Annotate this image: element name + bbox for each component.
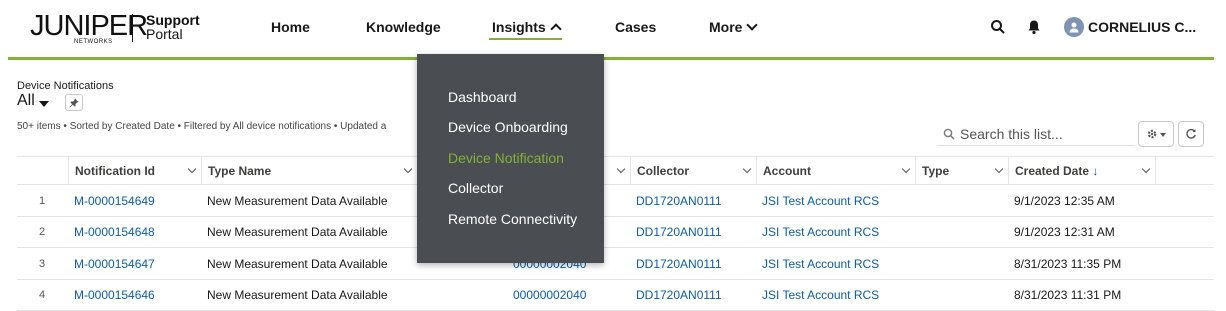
table-row[interactable]: 4 M-0000154646 New Measurement Data Avai… xyxy=(17,280,1214,311)
menu-item-remote-connectivity[interactable]: Remote Connectivity xyxy=(448,211,577,227)
sort-descending-icon: ↓ xyxy=(1092,164,1098,178)
header-accent-line xyxy=(8,57,1214,60)
refresh-icon xyxy=(1185,128,1197,140)
chevron-down-icon xyxy=(747,19,758,30)
nav-active-underline xyxy=(489,38,562,40)
nav-more-label: More xyxy=(709,19,742,35)
account-link[interactable]: JSI Test Account RCS xyxy=(756,248,885,279)
list-settings-button[interactable] xyxy=(1138,121,1174,147)
chevron-down-icon[interactable] xyxy=(617,165,625,173)
list-search-field[interactable]: Search this list... xyxy=(937,122,1135,146)
nav-knowledge-label: Knowledge xyxy=(366,19,441,35)
type-name-cell: New Measurement Data Available xyxy=(201,217,394,248)
table-row[interactable]: 1 M-0000154649 New Measurement Data Avai… xyxy=(17,185,1214,217)
chevron-down-icon[interactable] xyxy=(743,165,751,173)
nav-cases[interactable]: Cases xyxy=(615,19,656,35)
nav-cases-label: Cases xyxy=(615,19,656,35)
column-header-collector[interactable]: Collector xyxy=(630,157,756,185)
column-label: Notification Id xyxy=(75,164,155,178)
avatar xyxy=(1064,17,1084,37)
column-label-group: Created Date ↓ xyxy=(1015,164,1098,178)
type-cell xyxy=(915,185,927,216)
bell-icon[interactable] xyxy=(1026,19,1044,37)
column-header-notification-id[interactable]: Notification Id xyxy=(68,157,201,185)
account-link[interactable]: JSI Test Account RCS xyxy=(756,185,885,216)
support-portal-title: Support Portal xyxy=(146,13,200,41)
juniper-logo[interactable]: JUNIPER NETWORKS xyxy=(30,12,147,44)
created-date-cell: 9/1/2023 12:31 AM xyxy=(1008,217,1121,248)
menu-item-device-notification[interactable]: Device Notification xyxy=(448,150,564,166)
nav-knowledge[interactable]: Knowledge xyxy=(366,19,441,35)
caret-down-icon xyxy=(39,101,49,107)
portal-title-line2: Portal xyxy=(146,27,200,41)
collector-link[interactable]: DD1720AN0111 xyxy=(630,185,728,216)
type-cell xyxy=(915,248,927,279)
nav-more[interactable]: More xyxy=(709,19,756,35)
chevron-down-icon[interactable] xyxy=(188,165,196,173)
menu-item-collector[interactable]: Collector xyxy=(448,180,503,196)
nav-insights[interactable]: Insights xyxy=(492,19,560,35)
menu-item-device-onboarding[interactable]: Device Onboarding xyxy=(448,119,568,135)
list-view-name: All xyxy=(17,92,35,110)
logo-subtitle: NETWORKS xyxy=(74,39,113,45)
refresh-button[interactable] xyxy=(1178,121,1204,147)
account-link[interactable]: JSI Test Account RCS xyxy=(756,217,885,248)
list-meta-info: 50+ items • Sorted by Created Date • Fil… xyxy=(17,121,417,132)
notification-id-link[interactable]: M-0000154648 xyxy=(68,217,161,248)
collector-link[interactable]: DD1720AN0111 xyxy=(630,217,728,248)
search-placeholder: Search this list... xyxy=(960,126,1063,142)
column-header-type[interactable]: Type xyxy=(915,157,1008,185)
top-navigation-bar: JUNIPER NETWORKS Support Portal Home Kno… xyxy=(0,0,1226,57)
chevron-up-icon xyxy=(550,23,561,34)
notification-id-link[interactable]: M-0000154647 xyxy=(68,248,161,279)
chevron-down-icon[interactable] xyxy=(404,165,412,173)
logo-divider xyxy=(132,14,133,42)
notification-id-link[interactable]: M-0000154649 xyxy=(68,185,161,216)
list-view-selector[interactable]: All xyxy=(17,92,49,110)
list-object-label: Device Notifications xyxy=(17,80,114,92)
search-icon[interactable] xyxy=(990,19,1008,37)
column-header-account[interactable]: Account xyxy=(756,157,915,185)
pin-icon xyxy=(69,98,79,108)
nav-insights-label: Insights xyxy=(492,19,546,35)
logo-wordmark: JUNIPER xyxy=(30,12,147,40)
menu-item-dashboard[interactable]: Dashboard xyxy=(448,89,517,105)
column-label: Created Date xyxy=(1015,164,1089,178)
type-name-cell: New Measurement Data Available xyxy=(201,248,394,279)
search-icon xyxy=(943,128,955,140)
created-date-cell: 9/1/2023 12:35 AM xyxy=(1008,185,1121,216)
column-label: Type xyxy=(922,164,949,178)
chevron-down-icon[interactable] xyxy=(995,165,1003,173)
type-name-cell: New Measurement Data Available xyxy=(201,185,394,216)
caret-down-icon xyxy=(1160,133,1166,137)
row-number: 2 xyxy=(33,217,51,248)
pin-list-button[interactable] xyxy=(65,94,83,111)
device-notifications-table: Notification Id Type Name Collector Acco… xyxy=(17,156,1214,311)
table-row[interactable]: 3 M-0000154647 New Measurement Data Avai… xyxy=(17,248,1214,280)
portal-title-line1: Support xyxy=(146,13,200,27)
gear-icon xyxy=(1146,128,1158,140)
column-label: Collector xyxy=(637,164,689,178)
chevron-down-icon[interactable] xyxy=(902,165,910,173)
row-number: 3 xyxy=(33,248,51,279)
row-number: 1 xyxy=(33,185,51,216)
column-header-created-date[interactable]: Created Date ↓ xyxy=(1008,157,1156,185)
chevron-down-icon[interactable] xyxy=(1142,165,1150,173)
collector-link[interactable]: DD1720AN0111 xyxy=(630,248,728,279)
insights-dropdown-menu: Dashboard Device Onboarding Device Notif… xyxy=(417,54,604,263)
user-menu[interactable]: CORNELIUS C... xyxy=(1064,17,1196,37)
column-header-type-name[interactable]: Type Name xyxy=(201,157,417,185)
user-name: CORNELIUS C... xyxy=(1088,19,1196,35)
table-row[interactable]: 2 M-0000154648 New Measurement Data Avai… xyxy=(17,217,1214,249)
column-label: Type Name xyxy=(208,164,271,178)
type-cell xyxy=(915,217,927,248)
table-header-row: Notification Id Type Name Collector Acco… xyxy=(17,156,1214,185)
nav-home[interactable]: Home xyxy=(271,19,310,35)
nav-home-label: Home xyxy=(271,19,310,35)
column-label: Account xyxy=(763,164,811,178)
created-date-cell: 8/31/2023 11:35 PM xyxy=(1008,248,1127,279)
